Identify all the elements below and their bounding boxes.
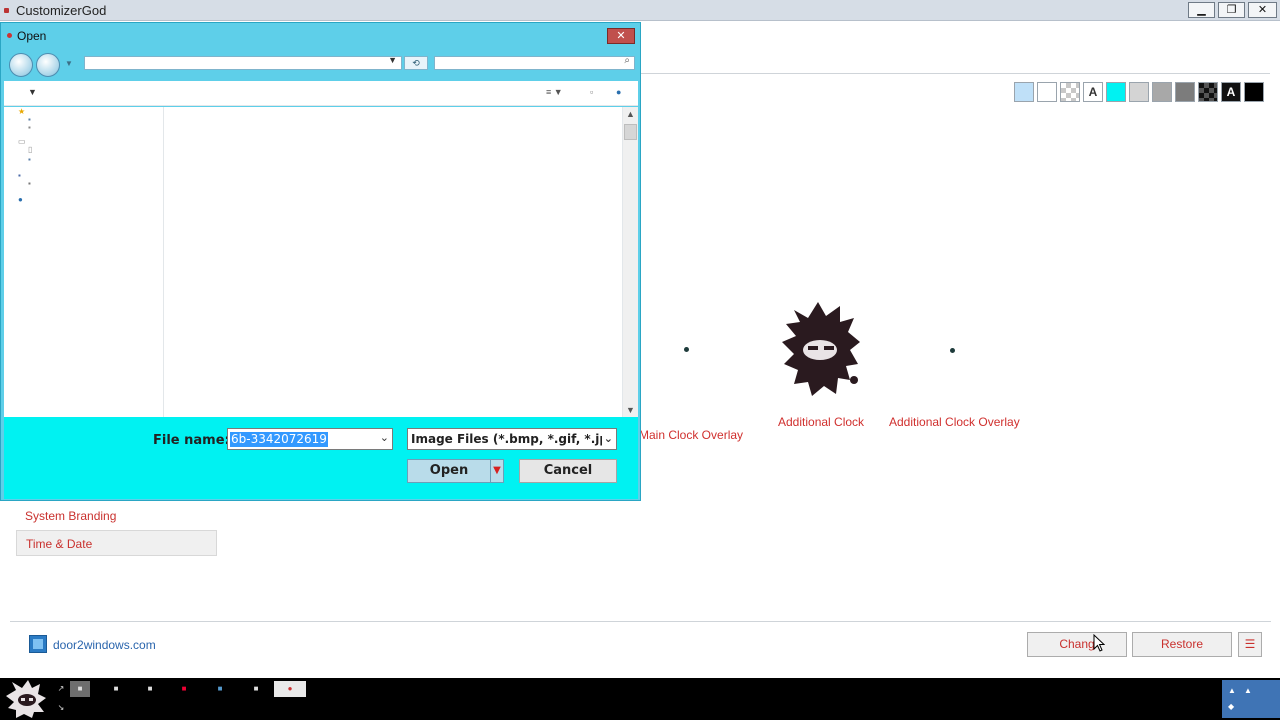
brand-link[interactable]: door2windows.com	[53, 638, 156, 652]
drive-icon[interactable]: ▪	[28, 179, 31, 188]
taskbar-app-icon[interactable]: ■	[100, 681, 132, 697]
open-file-dialog: Open ✕ ▼ ▼ ⟲ ⌕ ▼ ≡ ▼ ▫ ● ★ ▪ ▪ ▭ ▯ ▪ ▪ ▪…	[0, 22, 641, 501]
tray-icon[interactable]: ◆	[1228, 702, 1234, 711]
folder-icon[interactable]: ▪	[28, 155, 31, 164]
swatch-transparent[interactable]	[1060, 82, 1080, 102]
libraries-icon[interactable]: ▭	[18, 137, 26, 146]
swatch-white[interactable]	[1037, 82, 1057, 102]
maximize-button[interactable]: ❐	[1218, 2, 1245, 18]
swatch-gray[interactable]	[1152, 82, 1172, 102]
main-clock-overlay-label[interactable]: Main Clock Overlay	[639, 428, 743, 442]
file-type-select[interactable]: Image Files (*.bmp, *.gif, *.jp ⌄	[407, 428, 617, 450]
organize-dropdown-icon[interactable]: ▼	[28, 87, 37, 97]
start-button-mascot-icon[interactable]	[6, 680, 48, 718]
close-button[interactable]: ✕	[1248, 2, 1277, 18]
favorites-star-icon[interactable]: ★	[18, 107, 25, 116]
taskbar-app-icon[interactable]: ■	[204, 681, 236, 697]
app-title: CustomizerGod	[16, 3, 107, 18]
taskbar-arrow-icon[interactable]: ↘	[54, 700, 68, 716]
view-options-icon[interactable]: ≡ ▼	[546, 87, 563, 97]
taskbar-app-icon[interactable]: ■	[134, 681, 166, 697]
file-name-label: File name:	[153, 433, 230, 448]
file-name-value[interactable]: 6b-3342072619	[230, 432, 328, 447]
chevron-down-icon[interactable]: ⌄	[380, 431, 389, 444]
recent-locations-chevron-icon[interactable]: ▼	[65, 59, 73, 68]
swatch-black-text[interactable]: A	[1221, 82, 1241, 102]
door2windows-logo-icon	[29, 635, 47, 653]
dialog-icon	[7, 33, 12, 38]
dialog-close-button[interactable]: ✕	[607, 28, 635, 44]
chevron-down-icon[interactable]: ▼	[388, 55, 397, 65]
taskbar-arrow-icon[interactable]: ↗	[54, 681, 68, 697]
preview-pane-icon[interactable]: ▫	[590, 87, 593, 97]
minimize-button[interactable]: ▁	[1188, 2, 1215, 18]
vertical-scrollbar[interactable]: ▲ ▼	[622, 107, 638, 417]
swatch-black[interactable]	[1244, 82, 1264, 102]
dialog-toolbar: ▼ ≡ ▼ ▫ ●	[4, 81, 638, 106]
dialog-title: Open	[17, 29, 47, 43]
taskbar-app-customizergod[interactable]: ■	[70, 681, 90, 697]
scroll-up-icon[interactable]: ▲	[626, 109, 635, 119]
footer-divider	[10, 621, 1271, 622]
system-tray: ▲ ▲ ◆	[1222, 680, 1280, 718]
taskbar-app-icon[interactable]: ■	[168, 681, 200, 697]
open-split-dropdown-icon[interactable]: ▼	[490, 459, 504, 483]
menu-button[interactable]: ☰	[1238, 632, 1262, 657]
scroll-thumb[interactable]	[624, 124, 637, 140]
swatch-dark-transparent[interactable]	[1198, 82, 1218, 102]
clock-mascot-image	[782, 302, 860, 396]
taskbar-app-icon[interactable]: ●	[274, 681, 306, 697]
taskbar-app-icon[interactable]: ■	[240, 681, 272, 697]
nav-item-system-branding[interactable]: System Branding	[16, 503, 217, 529]
additional-clock-overlay-label[interactable]: Additional Clock Overlay	[889, 415, 1020, 429]
dialog-bottom-panel: File name: 6b-3342072619 ⌄ Image Files (…	[4, 417, 638, 499]
search-icon: ⌕	[624, 55, 630, 66]
refresh-icon[interactable]: ⟲	[404, 56, 428, 70]
file-list[interactable]	[164, 107, 622, 417]
restore-button[interactable]: Restore	[1132, 632, 1232, 657]
taskbar: ↗ ↘ ■ ■ ■ ■ ■ ■ ● ▲ ▲ ◆	[0, 678, 1280, 720]
swatch-cyan[interactable]	[1106, 82, 1126, 102]
swatch-white-text[interactable]: A	[1083, 82, 1103, 102]
folder-icon[interactable]: ▪	[28, 123, 31, 132]
clock-dot	[684, 347, 689, 352]
app-titlebar: CustomizerGod ▁ ❐ ✕	[0, 0, 1280, 21]
tray-overflow-icon[interactable]: ▲	[1228, 686, 1236, 695]
nav-item-time-date[interactable]: Time & Date	[16, 530, 217, 556]
change-button[interactable]: Chang	[1027, 632, 1127, 657]
cancel-button[interactable]: Cancel	[519, 459, 617, 483]
swatch-light-gray[interactable]	[1129, 82, 1149, 102]
clock-dot	[950, 348, 955, 353]
file-name-field[interactable]: 6b-3342072619 ⌄	[227, 428, 393, 450]
help-icon[interactable]: ●	[616, 87, 621, 97]
chevron-down-icon[interactable]: ⌄	[601, 429, 613, 449]
forward-arrow-icon[interactable]	[36, 53, 60, 77]
mouse-cursor-icon	[1093, 634, 1105, 652]
divider	[640, 73, 1270, 74]
swatch-dark-gray[interactable]	[1175, 82, 1195, 102]
app-icon	[4, 8, 9, 13]
computer-icon[interactable]: ▪	[18, 171, 21, 180]
back-arrow-icon[interactable]	[9, 53, 33, 77]
scroll-down-icon[interactable]: ▼	[626, 405, 635, 415]
swatch-light-blue[interactable]	[1014, 82, 1034, 102]
network-icon[interactable]: ●	[18, 195, 23, 204]
open-button[interactable]: Open	[407, 459, 491, 483]
folder-icon[interactable]: ▯	[28, 145, 32, 154]
file-type-value: Image Files (*.bmp, *.gif, *.jp	[411, 432, 608, 446]
additional-clock-label[interactable]: Additional Clock	[778, 415, 864, 429]
search-input[interactable]: ⌕	[434, 55, 635, 70]
navigation-tree[interactable]: ★ ▪ ▪ ▭ ▯ ▪ ▪ ▪ ●	[4, 107, 164, 417]
address-bar[interactable]: ▼	[84, 55, 402, 70]
tray-icon[interactable]: ▲	[1244, 686, 1252, 695]
